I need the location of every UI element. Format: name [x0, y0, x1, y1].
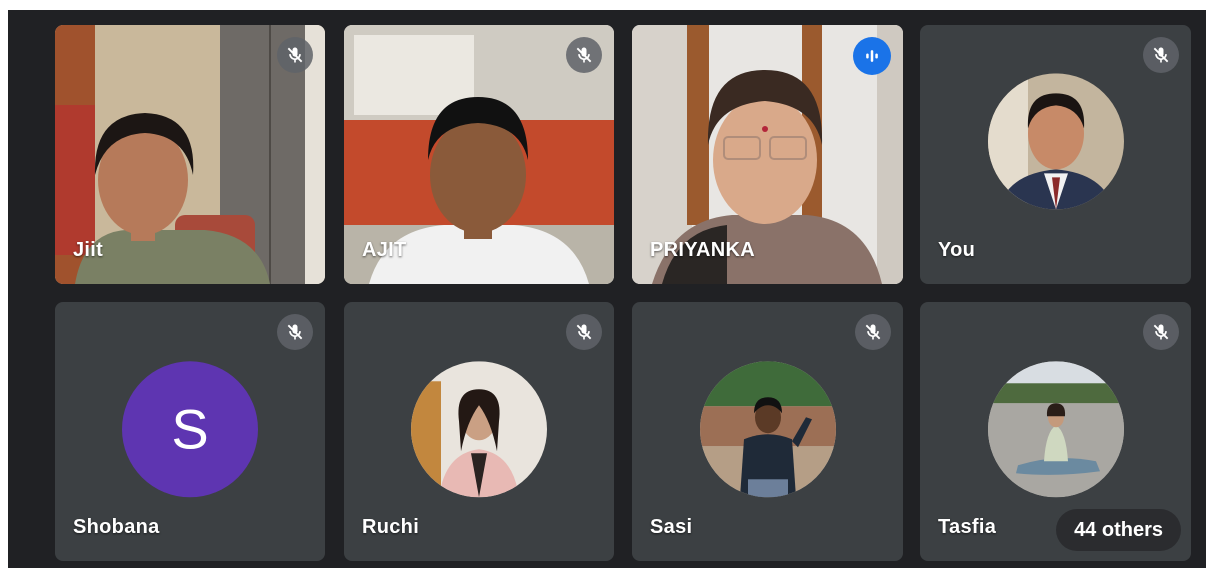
- mic-off-icon: [277, 314, 313, 350]
- participant-tile-you[interactable]: You: [920, 25, 1191, 284]
- participant-tile-ruchi[interactable]: Ruchi: [344, 302, 614, 561]
- avatar: [987, 360, 1124, 497]
- avatar: S: [122, 360, 258, 497]
- mic-off-icon: [566, 37, 602, 73]
- mic-off-icon: [1143, 37, 1179, 73]
- participant-name: Ruchi: [362, 516, 420, 538]
- participant-tile-jiit[interactable]: Jiit: [55, 25, 325, 284]
- participant-name: Tasfia: [938, 516, 997, 538]
- participant-name: Jiit: [73, 239, 104, 261]
- avatar: [699, 360, 836, 497]
- mic-off-icon: [277, 37, 313, 73]
- participant-name: You: [938, 239, 976, 261]
- participant-tile-shobana[interactable]: S Shobana: [55, 302, 325, 561]
- participant-name: Shobana: [73, 516, 160, 538]
- participant-name: Sasi: [650, 516, 693, 538]
- others-button[interactable]: 44 others: [1056, 509, 1181, 551]
- mic-off-icon: [1143, 314, 1179, 350]
- participant-tile-tasfia[interactable]: Tasfia 44 others: [920, 302, 1191, 561]
- participant-tile-ajit[interactable]: AJIT: [344, 25, 614, 284]
- avatar: [411, 360, 547, 497]
- meeting-grid: Jiit AJIT PRIYANKA You S Shobana Ruchi S…: [8, 10, 1206, 568]
- participant-tile-sasi[interactable]: Sasi: [632, 302, 903, 561]
- mic-off-icon: [855, 314, 891, 350]
- avatar: [987, 72, 1124, 209]
- speaking-indicator-icon: [853, 37, 891, 75]
- participant-name: PRIYANKA: [650, 239, 756, 261]
- participant-tile-priyanka[interactable]: PRIYANKA: [632, 25, 903, 284]
- participant-name: AJIT: [362, 239, 407, 261]
- mic-off-icon: [566, 314, 602, 350]
